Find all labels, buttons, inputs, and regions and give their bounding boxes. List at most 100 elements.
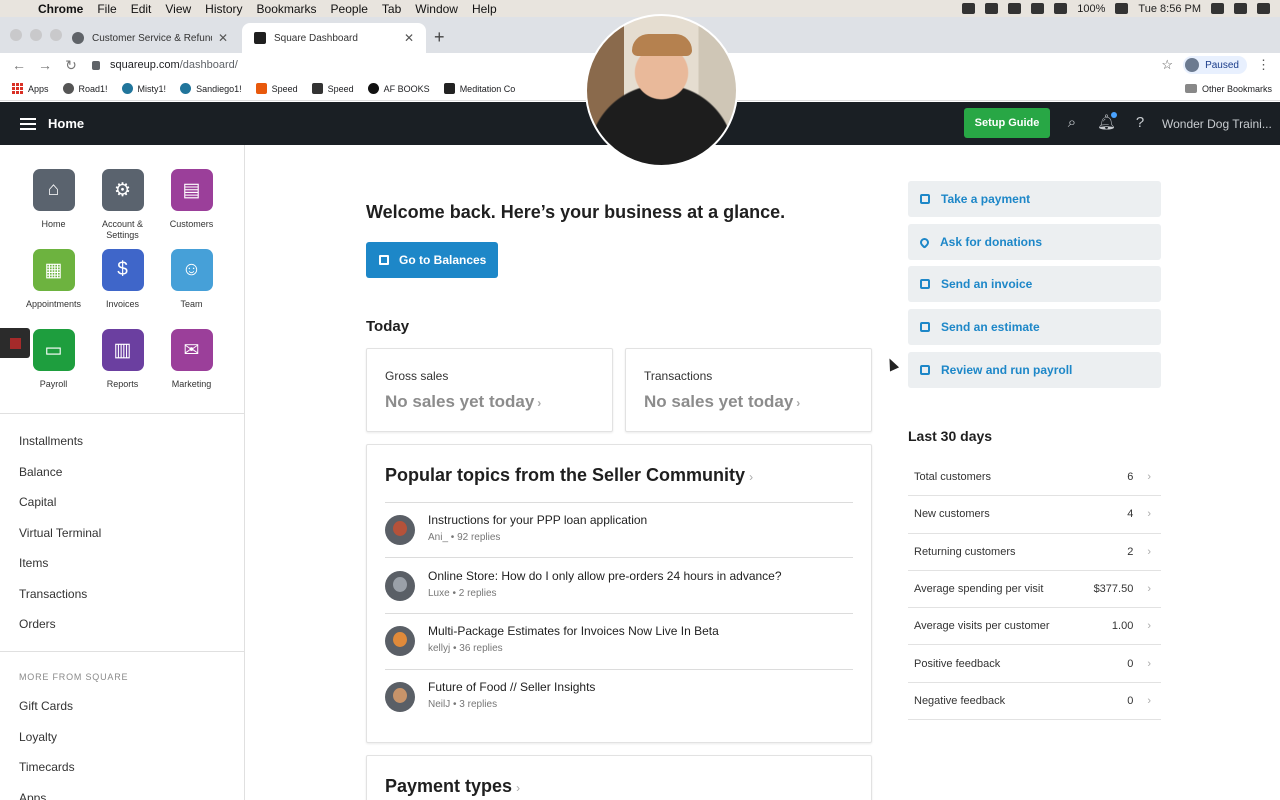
sync-icon[interactable] [985,3,999,14]
sidebar-item-items[interactable]: Items [19,548,101,579]
recording-stop-button[interactable] [0,328,30,358]
menu-bookmarks[interactable]: Bookmarks [257,2,317,16]
topic-title[interactable]: Instructions for your PPP loan applicati… [428,513,647,527]
app-customers[interactable]: ▤ Customers [157,169,226,243]
send-invoice-button[interactable]: Send an invoice [908,266,1161,302]
tab-title: Square Dashboard [274,32,358,44]
bookmark-meditation[interactable]: Meditation Co [443,83,515,94]
topic-title[interactable]: Online Store: How do I only allow pre-or… [428,569,782,583]
back-button[interactable]: ← [12,57,26,73]
payment-types-heading[interactable]: Payment types › [385,776,520,797]
profile-button[interactable]: Paused [1183,56,1247,74]
bookmark-speed-1[interactable]: Speed [255,83,298,94]
bookmark-misty1[interactable]: Misty1! [121,83,166,94]
browser-menu-icon[interactable]: ⋮ [1257,57,1270,73]
close-window-button[interactable] [10,29,22,41]
other-bookmarks[interactable]: Other Bookmarks [1184,84,1272,94]
bookmark-sandiego1[interactable]: Sandiego1! [180,83,242,94]
chat-icon[interactable] [1008,3,1022,14]
list-item[interactable]: Online Store: How do I only allow pre-or… [385,563,853,618]
sidebar-item-capital[interactable]: Capital [19,487,101,518]
list-item[interactable]: Future of Food // Seller Insights NeilJ … [385,674,853,729]
forward-button[interactable]: → [38,57,52,73]
close-icon[interactable]: ✕ [218,31,228,45]
transactions-card[interactable]: Transactions No sales yet today › [625,348,872,432]
sidebar-item-virtual-terminal[interactable]: Virtual Terminal [19,518,101,549]
list-item[interactable]: Instructions for your PPP loan applicati… [385,507,853,562]
send-estimate-button[interactable]: Send an estimate [908,309,1161,345]
ask-donations-button[interactable]: Ask for donations [908,224,1161,260]
app-invoices[interactable]: $ Invoices [88,249,157,323]
menu-people[interactable]: People [331,2,368,16]
app-team[interactable]: ☺ Team [157,249,226,323]
dropbox-icon[interactable] [962,3,976,14]
webcam-overlay [585,14,738,167]
reload-button[interactable]: ↻ [64,57,78,74]
metric-row-returning-customers[interactable]: Returning customers 2 › [908,534,1161,571]
sidebar-item-balance[interactable]: Balance [19,457,101,488]
chevron-right-icon: › [1147,471,1151,484]
help-icon[interactable]: ? [1131,114,1149,132]
menubar-clock[interactable]: Tue 8:56 PM [1138,3,1201,15]
metric-row-average-spending[interactable]: Average spending per visit $377.50 › [908,571,1161,609]
extension-icon[interactable] [1031,3,1045,14]
menu-app-name[interactable]: Chrome [38,2,83,16]
sidebar-item-loyalty[interactable]: Loyalty [19,722,75,753]
sidebar-item-transactions[interactable]: Transactions [19,579,101,610]
review-payroll-button[interactable]: Review and run payroll [908,352,1161,388]
app-label: Invoices [105,299,140,309]
list-item[interactable]: Multi-Package Estimates for Invoices Now… [385,618,853,673]
control-center-icon[interactable] [1257,3,1270,14]
sidebar-item-orders[interactable]: Orders [19,609,101,640]
app-appointments[interactable]: ▦ Appointments [19,249,88,323]
bookmark-apps[interactable]: Apps [12,83,49,94]
hamburger-menu-icon[interactable] [20,117,36,130]
menu-edit[interactable]: Edit [131,2,152,16]
url-field[interactable]: squareup.com/dashboard/ [92,59,238,71]
menu-history[interactable]: History [205,2,242,16]
apple-icon[interactable] [10,3,22,15]
bookmark-af-books[interactable]: AF BOOKS [367,83,430,94]
menu-view[interactable]: View [165,2,191,16]
siri-icon[interactable] [1234,3,1247,14]
battery-icon[interactable] [1115,3,1129,14]
sidebar-item-installments[interactable]: Installments [19,426,101,457]
tab-customer-service[interactable]: Customer Service & Refunds – ✕ [60,23,240,53]
sidebar-item-timecards[interactable]: Timecards [19,752,75,783]
sidebar-item-gift-cards[interactable]: Gift Cards [19,691,75,722]
minimize-window-button[interactable] [30,29,42,41]
metric-row-positive-feedback[interactable]: Positive feedback 0 › [908,645,1161,683]
app-reports[interactable]: ▥ Reports [88,329,157,403]
setup-guide-button[interactable]: Setup Guide [964,108,1050,138]
menu-window[interactable]: Window [415,2,458,16]
topic-title[interactable]: Future of Food // Seller Insights [428,680,595,694]
menu-file[interactable]: File [97,2,116,16]
go-to-balances-button[interactable]: Go to Balances [366,242,498,278]
business-name-menu[interactable]: Wonder Dog Traini... [1162,117,1272,131]
metric-row-negative-feedback[interactable]: Negative feedback 0 › [908,683,1161,721]
sidebar-item-apps[interactable]: Apps [19,783,75,800]
app-marketing[interactable]: ✉ Marketing [157,329,226,403]
app-home[interactable]: ⌂ Home [19,169,88,243]
gross-sales-card[interactable]: Gross sales No sales yet today › [366,348,613,432]
app-account-settings[interactable]: ⚙ Account & Settings [88,169,157,243]
lock-icon[interactable] [92,60,100,70]
bookmark-star-icon[interactable]: ☆ [1161,57,1173,73]
tab-square-dashboard[interactable]: Square Dashboard ✕ [242,23,426,53]
bookmark-speed-2[interactable]: Speed [311,83,354,94]
spotlight-icon[interactable] [1211,3,1224,14]
topics-heading[interactable]: Popular topics from the Seller Community… [385,465,753,486]
bookmark-road1[interactable]: Road1! [62,83,108,94]
search-icon[interactable]: ⌕ [1063,114,1081,132]
menu-tab[interactable]: Tab [382,2,401,16]
close-icon[interactable]: ✕ [404,31,414,45]
new-tab-button[interactable]: + [434,27,445,48]
take-payment-button[interactable]: Take a payment [908,181,1161,217]
metric-row-total-customers[interactable]: Total customers 6 › [908,459,1161,497]
wifi-icon[interactable] [1054,3,1068,14]
menu-help[interactable]: Help [472,2,497,16]
metric-row-average-visits[interactable]: Average visits per customer 1.00 › [908,608,1161,646]
topic-title[interactable]: Multi-Package Estimates for Invoices Now… [428,624,719,638]
envelope-icon: ✉ [170,329,213,371]
metric-row-new-customers[interactable]: New customers 4 › [908,496,1161,534]
